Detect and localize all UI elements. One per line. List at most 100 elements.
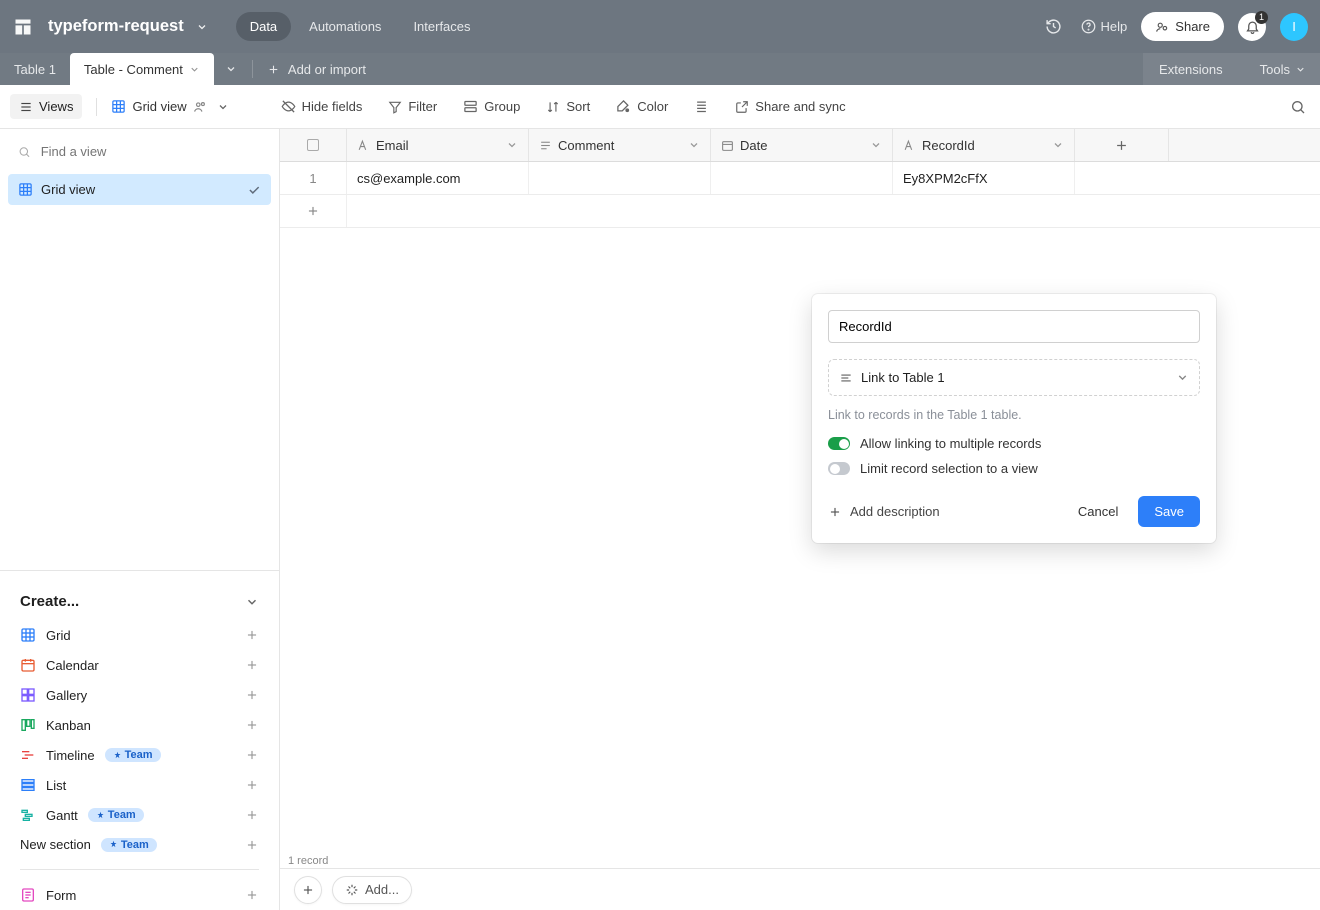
help-button[interactable]: Help <box>1081 19 1128 34</box>
checkbox-icon[interactable] <box>307 139 319 151</box>
plus-icon[interactable] <box>245 688 259 702</box>
row-number: 1 <box>280 162 347 194</box>
create-list[interactable]: List <box>6 770 273 800</box>
create-kanban[interactable]: Kanban <box>6 710 273 740</box>
table-tab-1-label: Table 1 <box>14 62 56 77</box>
create-gantt[interactable]: Gantt Team <box>6 800 273 830</box>
col-email[interactable]: Email <box>347 129 529 161</box>
table-tabs-dropdown[interactable] <box>214 53 248 85</box>
ai-add-button[interactable]: Add... <box>332 876 412 904</box>
create-gallery[interactable]: Gallery <box>6 680 273 710</box>
grid: Email Comment Date RecordId 1 cs@ex <box>280 129 1320 910</box>
plus-icon[interactable] <box>245 838 259 852</box>
search-button[interactable] <box>1286 95 1310 119</box>
chevron-down-icon[interactable] <box>870 139 882 151</box>
cell-date[interactable] <box>711 162 893 194</box>
plus-icon[interactable] <box>245 888 259 902</box>
add-desc-label: Add description <box>850 504 940 519</box>
field-name-input[interactable] <box>828 310 1200 343</box>
chevron-down-icon[interactable] <box>1052 139 1064 151</box>
vt-label: Gallery <box>46 688 87 703</box>
divider <box>20 869 259 870</box>
hide-fields-label: Hide fields <box>302 99 363 114</box>
share-sync-button[interactable]: Share and sync <box>729 95 851 118</box>
vt-label: Gantt <box>46 808 78 823</box>
filter-button[interactable]: Filter <box>382 95 443 118</box>
add-field-button[interactable] <box>1075 129 1169 161</box>
sidebar-view-grid[interactable]: Grid view <box>8 174 271 205</box>
plus-icon[interactable] <box>245 748 259 762</box>
grid-icon <box>20 627 36 643</box>
create-form[interactable]: Form <box>6 880 273 910</box>
notifications-button[interactable]: 1 <box>1238 13 1266 41</box>
save-button[interactable]: Save <box>1138 496 1200 527</box>
team-badge: Team <box>105 748 161 762</box>
row-height-button[interactable] <box>688 95 715 118</box>
color-button[interactable]: Color <box>610 95 674 118</box>
grid-icon <box>111 99 126 114</box>
tab-interfaces[interactable]: Interfaces <box>399 12 484 41</box>
sort-button[interactable]: Sort <box>540 95 596 118</box>
sidebar-create-panel: Create... Grid Calendar Gallery Kanban <box>0 570 279 910</box>
extensions-button[interactable]: Extensions <box>1143 53 1239 85</box>
create-timeline[interactable]: Timeline Team <box>6 740 273 770</box>
allow-multi-row: Allow linking to multiple records <box>828 436 1200 451</box>
cell-email[interactable]: cs@example.com <box>347 162 529 194</box>
chevron-down-icon[interactable] <box>189 64 200 75</box>
col-comment[interactable]: Comment <box>529 129 711 161</box>
grid-icon <box>18 182 33 197</box>
text-icon <box>357 139 370 152</box>
chevron-down-icon[interactable] <box>688 139 700 151</box>
col-date[interactable]: Date <box>711 129 893 161</box>
allow-multi-toggle[interactable] <box>828 437 850 450</box>
chevron-down-icon[interactable] <box>506 139 518 151</box>
find-view-input[interactable] <box>41 144 261 159</box>
cancel-button[interactable]: Cancel <box>1068 496 1128 527</box>
tools-button[interactable]: Tools <box>1248 53 1320 85</box>
tab-automations[interactable]: Automations <box>295 12 395 41</box>
cell-recordid[interactable]: Ey8XPM2cFfX <box>893 162 1075 194</box>
base-name[interactable]: typeform-request <box>48 17 184 36</box>
history-icon[interactable] <box>1041 14 1067 40</box>
add-description-button[interactable]: Add description <box>828 504 940 519</box>
hide-fields-button[interactable]: Hide fields <box>275 95 369 118</box>
table-tab-2[interactable]: Table - Comment <box>70 53 214 85</box>
cell-comment[interactable] <box>529 162 711 194</box>
table-row[interactable]: 1 cs@example.com Ey8XPM2cFfX <box>280 162 1320 195</box>
chevron-down-icon[interactable] <box>217 101 229 113</box>
filter-label: Filter <box>408 99 437 114</box>
field-type-selector[interactable]: Link to Table 1 <box>828 359 1200 396</box>
kanban-icon <box>20 717 36 733</box>
limit-view-toggle[interactable] <box>828 462 850 475</box>
plus-icon[interactable] <box>245 628 259 642</box>
group-button[interactable]: Group <box>457 95 526 118</box>
check-icon <box>247 183 261 197</box>
add-row[interactable] <box>280 195 1320 228</box>
share-sync-label: Share and sync <box>755 99 845 114</box>
col-recordid[interactable]: RecordId <box>893 129 1075 161</box>
add-record-button[interactable] <box>294 876 322 904</box>
create-toggle[interactable]: Create... <box>6 583 273 620</box>
plus-icon[interactable] <box>245 808 259 822</box>
col-checkbox[interactable] <box>280 129 347 161</box>
create-grid[interactable]: Grid <box>6 620 273 650</box>
views-button[interactable]: Views <box>10 94 82 119</box>
table-tab-1[interactable]: Table 1 <box>0 53 70 85</box>
chevron-down-icon[interactable] <box>196 21 208 33</box>
tab-data[interactable]: Data <box>236 12 291 41</box>
plus-icon[interactable] <box>245 778 259 792</box>
current-view-button[interactable]: Grid view <box>111 99 228 114</box>
add-import-label: Add or import <box>288 62 366 77</box>
add-or-import-button[interactable]: Add or import <box>257 53 376 85</box>
plus-icon[interactable] <box>280 195 347 227</box>
tools-label: Tools <box>1260 62 1290 77</box>
top-tabs: Data Automations Interfaces <box>236 12 485 41</box>
avatar[interactable]: I <box>1280 13 1308 41</box>
tablebar: Table 1 Table - Comment Add or import Ex… <box>0 53 1320 85</box>
share-button[interactable]: Share <box>1141 12 1224 41</box>
create-new-section[interactable]: New section Team <box>6 830 273 859</box>
create-calendar[interactable]: Calendar <box>6 650 273 680</box>
topbar-right: Help Share 1 I <box>1041 12 1308 41</box>
plus-icon[interactable] <box>245 658 259 672</box>
plus-icon[interactable] <box>245 718 259 732</box>
